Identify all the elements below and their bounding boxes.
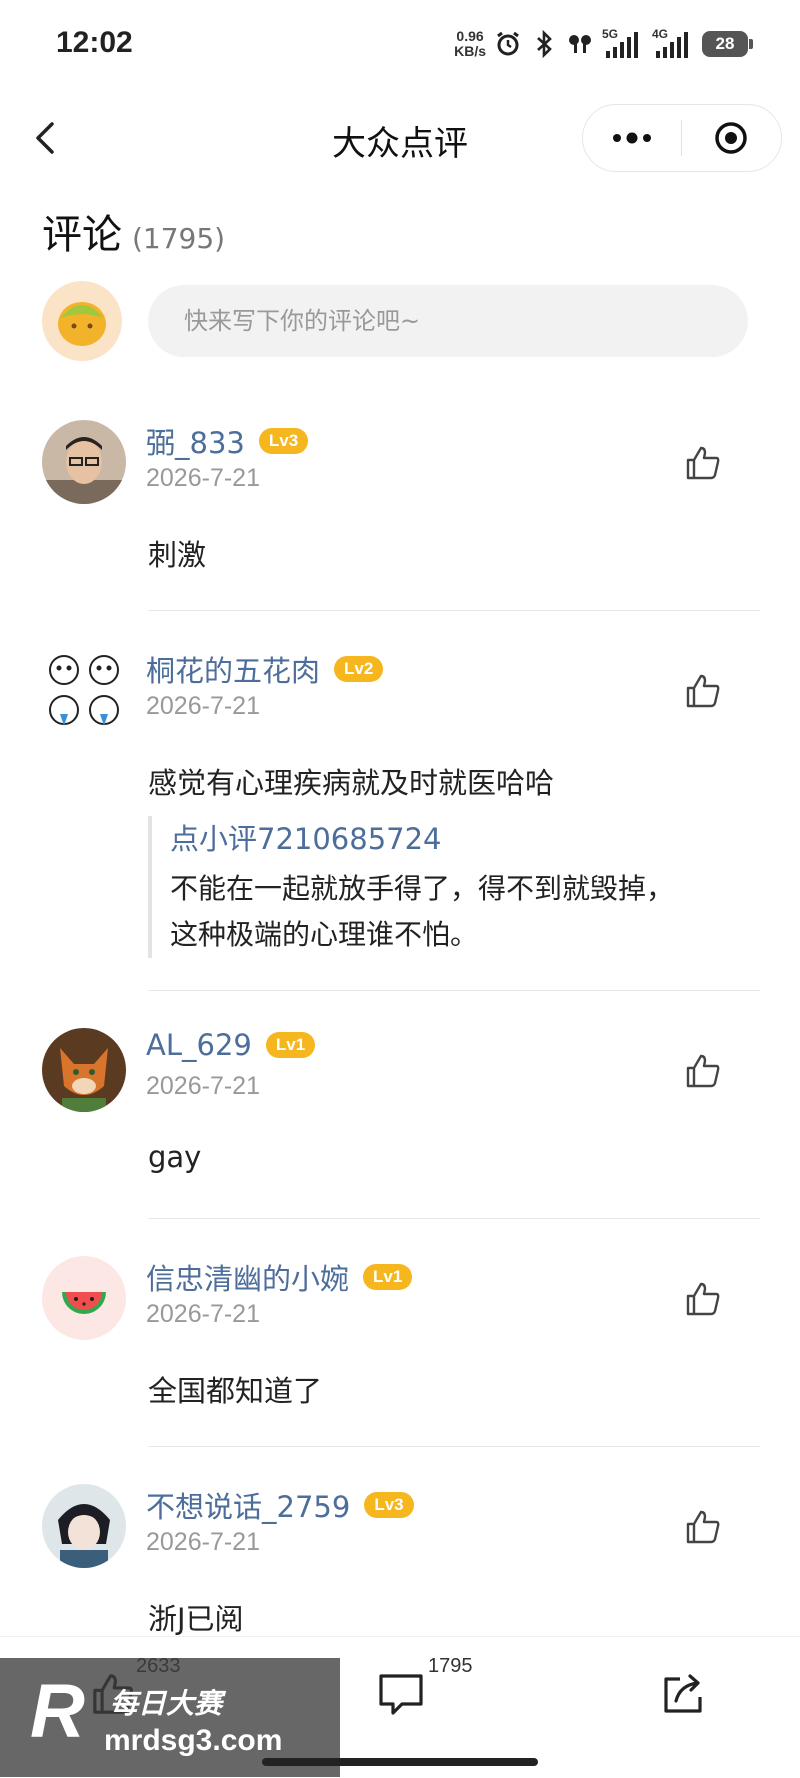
- battery-icon: 28: [702, 31, 753, 57]
- network-speed: 0.96 KB/s: [454, 28, 486, 59]
- more-button[interactable]: [583, 105, 681, 171]
- comment-date: 2026-7-21: [146, 464, 260, 492]
- watermark-brand: 每日大赛: [110, 1687, 223, 1720]
- more-dots-icon: [613, 132, 651, 144]
- comment-input[interactable]: [148, 285, 748, 357]
- bluetooth-icon: [537, 30, 552, 58]
- level-badge: Lv1: [363, 1264, 413, 1290]
- watermark-url: mrdsg3.com: [104, 1724, 283, 1757]
- comment-date: 2026-7-21: [146, 1072, 260, 1100]
- close-program-button[interactable]: [682, 105, 780, 171]
- status-icons: 0.96 KB/s 5G 4G 28: [454, 22, 753, 66]
- level-badge: Lv1: [265, 1032, 316, 1058]
- like-icon[interactable]: [684, 1508, 722, 1546]
- avatar[interactable]: [42, 1256, 126, 1340]
- comments-header: 评论 (1795): [42, 202, 225, 260]
- quoted-text: 不能在一起就放手得了，得不到就毁掉， 这种极端的心理谁不怕。: [170, 872, 675, 951]
- avatar[interactable]: [42, 648, 126, 732]
- quoted-reply: 点小评7210685724 不能在一起就放手得了，得不到就毁掉， 这种极端的心理…: [148, 816, 770, 958]
- like-icon[interactable]: [684, 1280, 722, 1318]
- divider: [148, 1446, 760, 1447]
- level-badge: Lv3: [364, 1492, 414, 1518]
- comment-text: 全国都知道了: [148, 1374, 323, 1408]
- avatar[interactable]: [42, 1484, 126, 1568]
- comment-author[interactable]: 桐花的五花肉 Lv2: [146, 648, 384, 690]
- comment-date: 2026-7-21: [146, 1300, 260, 1328]
- comment-composer: [42, 280, 762, 362]
- like-icon[interactable]: [684, 444, 722, 482]
- comments-title: 评论: [42, 212, 122, 258]
- share-icon: [664, 1674, 702, 1713]
- comment-text: 刺激: [148, 538, 207, 572]
- like-icon[interactable]: [684, 1052, 722, 1090]
- alarm-icon: [497, 31, 519, 56]
- comment-author[interactable]: 信忠清幽的小婉 Lv1: [146, 1256, 413, 1298]
- divider: [148, 1218, 760, 1219]
- level-badge: Lv3: [258, 428, 309, 454]
- quoted-author[interactable]: 点小评7210685724: [170, 816, 770, 858]
- signal-5g-icon: 5G: [602, 27, 644, 59]
- status-time: 12:02: [56, 26, 133, 59]
- comment-button[interactable]: 1795: [378, 1655, 473, 1725]
- comment-count: 1795: [428, 1655, 473, 1677]
- comment-date: 2026-7-21: [146, 1528, 260, 1556]
- comment-text: gay: [148, 1140, 202, 1174]
- target-close-icon: [715, 122, 747, 154]
- avatar[interactable]: [42, 1028, 126, 1112]
- comment-author[interactable]: 不想说话_2759 Lv3: [146, 1484, 414, 1526]
- my-avatar: [42, 281, 122, 361]
- comment-text: 感觉有心理疾病就及时就医哈哈: [148, 766, 555, 800]
- comment-text: 浙J已阅: [148, 1602, 244, 1636]
- divider: [148, 610, 760, 611]
- comment-date: 2026-7-21: [146, 692, 260, 720]
- divider: [148, 990, 760, 991]
- like-icon[interactable]: [684, 672, 722, 710]
- user-avatar-image: [58, 302, 106, 346]
- home-indicator[interactable]: [262, 1758, 538, 1766]
- comment-author[interactable]: 弼_833 Lv3: [146, 420, 309, 462]
- earbuds-icon: [569, 35, 591, 53]
- signal-4g-icon: 4G: [652, 27, 694, 59]
- comment-author[interactable]: AL_629 Lv1: [146, 1028, 316, 1062]
- status-bar: 12:02 0.96 KB/s 5G 4G 28: [0, 0, 800, 90]
- comments-count: (1795): [132, 222, 226, 255]
- watermark-logo: R: [30, 1669, 85, 1754]
- share-button[interactable]: [660, 1665, 710, 1725]
- nav-bar: 大众点评: [0, 90, 800, 186]
- level-badge: Lv2: [334, 656, 384, 682]
- mini-program-capsule: [582, 104, 782, 172]
- avatar[interactable]: [42, 420, 126, 504]
- comment-bubble-icon: [379, 1674, 423, 1715]
